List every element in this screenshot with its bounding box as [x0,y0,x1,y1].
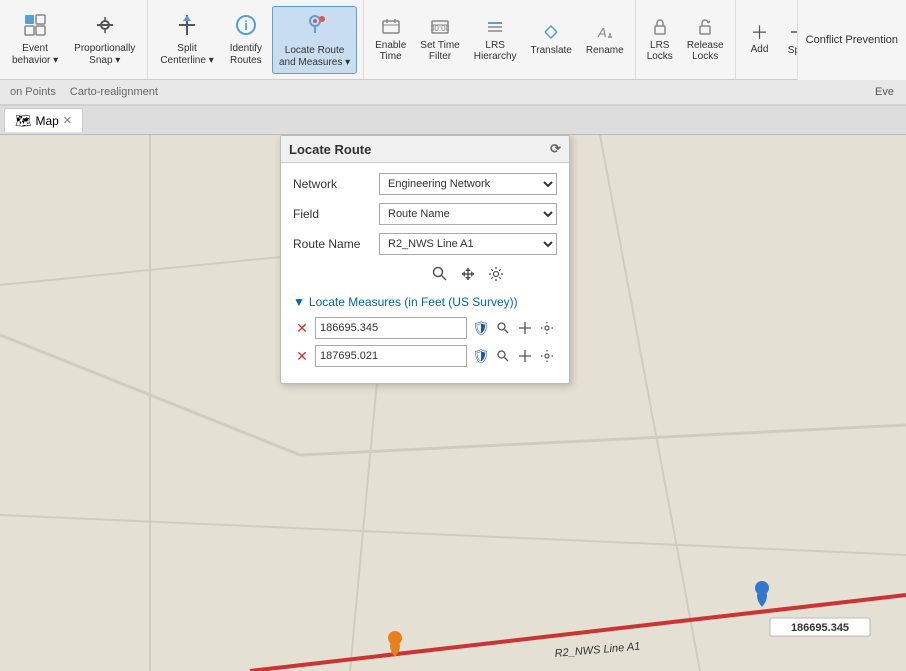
measure1-pan-icon[interactable] [515,318,535,338]
measure2-shield-icon[interactable]: 🛡 [471,346,491,366]
set-time-filter-label: Set Time Filter [420,40,459,62]
panel-header: Locate Route ⟳ [281,136,569,163]
split-centerline-icon [175,13,199,41]
enable-time-button[interactable]: Enable Time [370,16,411,64]
lrs-hierarchy-label: LRS Hierarchy [474,40,517,62]
map-tab-close[interactable]: ✕ [63,114,72,127]
measure2-settings-icon[interactable] [537,346,557,366]
route-name-row: Route Name R2_NWS Line A1 [293,233,557,255]
locate-panel: Locate Route ⟳ Network Engineering Netwo… [280,135,570,384]
add-button[interactable]: ＋ Add [742,22,778,57]
release-locks-button[interactable]: Release Locks [682,16,729,64]
rename-button[interactable]: A Rename [581,21,629,58]
set-time-filter-button[interactable]: 00:00 Set Time Filter [415,16,464,64]
route-name-label: Route Name [293,237,373,251]
release-locks-icon [696,18,714,38]
panel-body: Network Engineering Network Field Route … [281,163,569,383]
map-area: R2_NWS Line A1 186695.345 187695.021 Loc… [0,135,906,671]
panel-icon-row [293,263,557,285]
search-icon[interactable] [429,263,451,285]
field-row: Field Route Name [293,203,557,225]
translate-icon [542,23,560,43]
on-points-tab[interactable]: on Points [4,86,62,98]
rename-icon: A [596,23,614,43]
measure-row-2: ✕ 🛡 [293,345,557,367]
event-behavior-button[interactable]: Event behavior ▾ [6,9,64,71]
time-group: Enable Time 00:00 Set Time Filter LRS H [364,0,636,79]
proportionally-snap-button[interactable]: Proportionally Snap ▾ [68,9,141,71]
panel-settings-icon[interactable]: ⟳ [550,141,561,157]
events-tab[interactable]: Eve [867,86,902,98]
locate-route-icon [301,11,329,43]
split-centerline-label: Split Centerline ▾ [160,43,213,67]
split-centerline-button[interactable]: Split Centerline ▾ [154,9,219,71]
field-select[interactable]: Route Name [379,203,557,225]
identify-routes-button[interactable]: i Identify Routes [224,9,268,71]
conflict-prevention-label: Conflict Prevention [797,0,906,80]
enable-time-label: Enable Time [375,40,406,62]
network-select[interactable]: Engineering Network [379,173,557,195]
edit-group: Split Centerline ▾ i Identify Routes Lo [148,0,364,79]
add-icon: ＋ [751,24,769,42]
measure2-icons: 🛡 [471,346,557,366]
map-tab[interactable]: 🗺 Map ✕ [4,108,83,132]
measure1-search-icon[interactable] [493,318,513,338]
toolbar: Event behavior ▾ Proportionally Snap ▾ [0,0,906,80]
measure1-shield-icon[interactable]: 🛡 [471,318,491,338]
route-name-select[interactable]: R2_NWS Line A1 [379,233,557,255]
event-behavior-label: Event behavior ▾ [12,43,58,67]
measure1-settings-icon[interactable] [537,318,557,338]
pan-icon[interactable] [457,263,479,285]
measure2-search-icon[interactable] [493,346,513,366]
proportionally-snap-label: Proportionally Snap ▾ [74,43,135,67]
release-locks-label: Release Locks [687,40,724,62]
panel-title: Locate Route [289,142,371,157]
measure1-icons: 🛡 [471,318,557,338]
svg-text:A: A [597,25,607,40]
settings-icon[interactable] [485,263,507,285]
proportionally-snap-icon [93,13,117,41]
map-tabbar: 🗺 Map ✕ [0,106,906,135]
map-icon: 🗺 [15,113,32,129]
measure1-input[interactable] [315,317,467,339]
rename-label: Rename [586,45,624,56]
lrs-locks-icon [651,18,669,38]
identify-routes-label: Identify Routes [230,43,262,67]
measure2-input[interactable] [315,345,467,367]
lrs-locks-button[interactable]: LRS Locks [642,16,678,64]
locks-group: LRS Locks Release Locks [636,0,736,79]
translate-button[interactable]: Translate [526,21,577,58]
network-row: Network Engineering Network [293,173,557,195]
measure1-map-label: 186695.345 [791,622,849,634]
secondary-tabbar: on Points Carto-realignment Eve [0,80,906,106]
network-label: Network [293,177,373,191]
identify-routes-icon: i [234,13,258,41]
lrs-hierarchy-button[interactable]: LRS Hierarchy [469,16,522,64]
measures-section-header[interactable]: ▼ Locate Measures (in Feet (US Survey)) [293,295,557,309]
carto-realignment-tab[interactable]: Carto-realignment [64,86,164,98]
add-label: Add [751,44,769,55]
measure1-delete[interactable]: ✕ [293,320,311,337]
lrs-locks-label: LRS Locks [647,40,673,62]
field-label: Field [293,207,373,221]
set-time-filter-icon: 00:00 [431,18,449,38]
locate-route-label: Locate Route and Measures ▾ [279,45,350,69]
svg-text:i: i [244,18,248,33]
measure2-delete[interactable]: ✕ [293,348,311,365]
measure2-pan-icon[interactable] [515,346,535,366]
collapse-icon: ▼ [293,295,305,309]
map-tab-label: Map [36,114,59,128]
locate-route-button[interactable]: Locate Route and Measures ▾ [272,6,357,74]
measure-row-1: ✕ 🛡 [293,317,557,339]
measures-label: Locate Measures (in Feet (US Survey)) [309,295,518,309]
lrs-hierarchy-icon [486,18,504,38]
enable-time-icon [382,18,400,38]
behavior-group: Event behavior ▾ Proportionally Snap ▾ [0,0,148,79]
translate-label: Translate [531,45,572,56]
event-behavior-icon [23,13,47,41]
